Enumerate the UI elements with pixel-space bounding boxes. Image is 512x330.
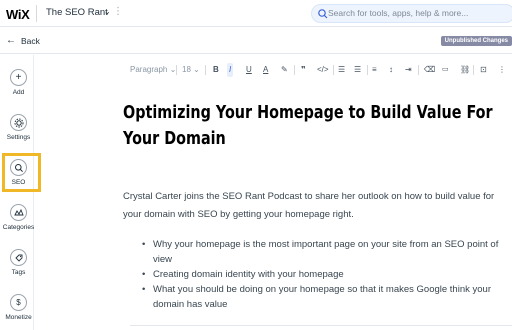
post-title[interactable]: Optimizing Your Homepage to Build Value … [123, 100, 500, 152]
paragraph-style-label: Paragraph [130, 65, 168, 74]
search-placeholder: Search for tools, apps, help & more... [328, 8, 469, 18]
more-icon[interactable]: ⋮ [113, 6, 123, 17]
sidebar-item-monetize[interactable]: $ Monetize [0, 294, 37, 321]
editor-subbar: ← Back Unpublished Changes [0, 28, 512, 54]
line-spacing-icon[interactable]: ↕ [389, 63, 393, 77]
code-icon[interactable]: </> [317, 63, 329, 77]
status-badge: Unpublished Changes [440, 36, 512, 46]
formatting-toolbar: Paragraph ⌄ 18 ⌄ B I U A ✎ ❞ </> ☰ ☰ ≡ ↕… [130, 63, 512, 77]
text-color-icon[interactable]: A [263, 63, 268, 77]
quote-icon[interactable]: ❞ [301, 63, 306, 77]
image-icon[interactable]: ⊡ [480, 63, 487, 77]
search-icon [10, 159, 27, 176]
categories-icon [10, 204, 27, 221]
bulleted-list-icon[interactable]: ☰ [354, 63, 361, 77]
font-size-dropdown[interactable]: 18 ⌄ [182, 63, 200, 77]
wix-logo[interactable]: WiX [6, 7, 30, 22]
toolbar-divider [367, 65, 368, 75]
sidebar-item-label: Monetize [5, 314, 32, 321]
list-item[interactable]: Creating domain identity with your homep… [142, 267, 512, 282]
font-size-value: 18 [182, 65, 191, 74]
highlight-icon[interactable]: ✎ [281, 63, 288, 77]
post-intro-paragraph[interactable]: Crystal Carter joins the SEO Rant Podcas… [123, 188, 508, 224]
sidebar-item-label: Tags [11, 269, 26, 276]
list-item[interactable]: Why your homepage is the most important … [142, 237, 512, 267]
plus-icon: + [10, 69, 27, 86]
spoiler-icon[interactable]: ▭ [442, 63, 449, 77]
content-divider [130, 325, 512, 326]
toolbar-divider [333, 65, 334, 75]
sidebar-item-label: Categories [2, 224, 35, 231]
toolbar-divider [176, 65, 177, 75]
numbered-list-icon[interactable]: ☰ [338, 63, 345, 77]
back-button[interactable]: ← Back [6, 35, 40, 46]
clear-format-icon[interactable]: ⌫ [424, 63, 435, 77]
link-icon[interactable]: ⛓ [460, 63, 470, 77]
indent-icon[interactable]: ⇥ [405, 63, 412, 77]
arrow-left-icon: ← [6, 35, 16, 46]
sidebar-item-add[interactable]: + Add [0, 69, 37, 96]
gear-icon [10, 114, 27, 131]
search-input[interactable]: Search for tools, apps, help & more... [311, 4, 512, 23]
site-name-dropdown[interactable]: The SEO Rant [46, 7, 108, 18]
topbar-divider [36, 5, 37, 22]
underline-icon[interactable]: U [246, 63, 252, 77]
more-options-icon[interactable]: ⋮ [498, 63, 506, 77]
back-label: Back [21, 35, 40, 46]
paragraph-style-dropdown[interactable]: Paragraph ⌄ [130, 63, 176, 77]
sidebar-item-label: Add [12, 89, 25, 96]
sidebar-item-seo[interactable]: SEO [0, 159, 37, 186]
toolbar-divider [205, 65, 206, 75]
sidebar-divider [33, 55, 34, 330]
toolbar-divider [294, 65, 295, 75]
chevron-down-icon: ⌄ [193, 65, 200, 74]
top-bar: WiX The SEO Rant ⌄ ⋮ Search for tools, a… [0, 0, 512, 27]
sidebar-item-tags[interactable]: Tags [0, 249, 37, 276]
toolbar-divider [418, 65, 419, 75]
sidebar-item-categories[interactable]: Categories [0, 204, 37, 231]
post-bullet-list: Why your homepage is the most important … [142, 237, 512, 312]
list-item[interactable]: What you should be doing on your homepag… [142, 282, 512, 312]
toolbar-divider [473, 65, 474, 75]
dollar-icon: $ [10, 294, 27, 311]
sidebar-item-label: Settings [6, 134, 31, 141]
chevron-down-icon[interactable]: ⌄ [104, 7, 111, 16]
sidebar-item-label: SEO [11, 179, 26, 186]
italic-icon[interactable]: I [227, 63, 234, 77]
align-icon[interactable]: ≡ [372, 63, 377, 77]
tag-icon [10, 249, 27, 266]
bold-icon[interactable]: B [213, 63, 219, 77]
sidebar-item-settings[interactable]: Settings [0, 114, 37, 141]
